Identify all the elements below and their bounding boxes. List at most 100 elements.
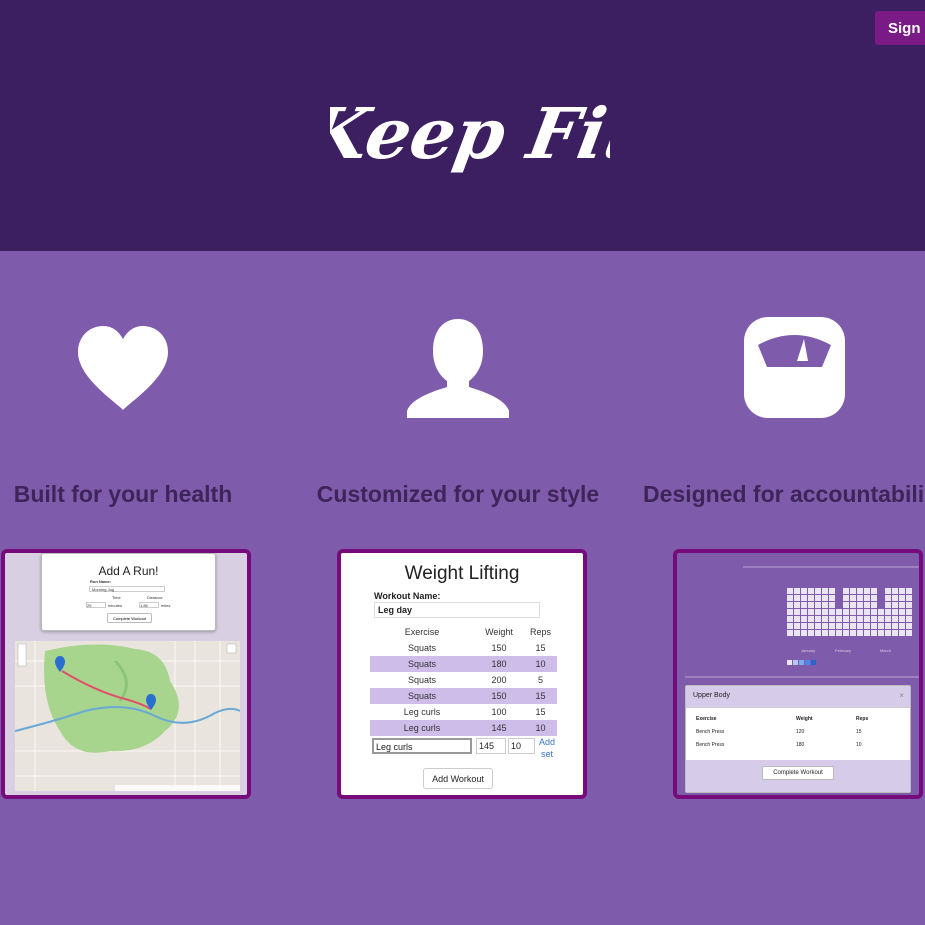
exercise-input[interactable]: Leg curls [372,738,472,754]
calendar-cell [801,630,807,636]
calendar-cell [871,616,877,622]
feature-accountability: Designed for accountabili [643,310,925,508]
close-icon[interactable]: × [899,691,904,700]
modal-title: Upper Body [693,692,730,699]
calendar-cell [794,616,800,622]
calendar-cell [836,609,842,615]
column-header: Weight [796,716,813,722]
complete-workout-button[interactable]: Complete Workout [762,766,834,780]
cell-exercise: Squats [407,691,437,701]
calendar-cell [836,623,842,629]
calendar-cell [857,623,863,629]
calendar-cell [871,602,877,608]
time-field[interactable]: 25 [86,602,106,608]
route-map[interactable] [14,641,241,791]
calendar-cell [871,595,877,601]
calendar-cell [787,630,793,636]
calendar-cell [864,595,870,601]
calendar-cell [815,609,821,615]
cell-exercise: Bench Press [696,742,725,748]
cell-reps: 15 [535,691,546,701]
calendar-cell [892,623,898,629]
calendar-cell [906,602,912,608]
calendar-cell [787,616,793,622]
calendar-cell [808,630,814,636]
add-set-link[interactable]: Add set [536,736,558,760]
cell-weight: 180 [491,659,507,669]
calendar-cell [899,602,905,608]
feature-title: Built for your health [13,481,233,507]
upper-body-modal: Upper Body × Exercise Weight Reps Bench … [685,685,911,793]
calendar-cell [808,588,814,594]
calendar-cell [787,609,793,615]
calendar-cell [864,588,870,594]
card-title: Add A Run! [98,564,159,578]
calendar-cell [899,595,905,601]
cell-exercise: Leg curls [403,707,441,717]
table-row: Squats 200 5 [370,672,557,688]
calendar-cell [864,602,870,608]
feature-title: Designed for accountabili [643,481,925,507]
calendar-cell [843,623,849,629]
cell-reps: 10 [535,659,546,669]
add-workout-button[interactable]: Add Workout [423,768,493,789]
cell-weight: 120 [796,729,805,735]
calendar-cell [829,623,835,629]
calendar-cell [808,609,814,615]
calendar-cell [829,609,835,615]
calendar-cell [808,602,814,608]
calendar-cell [850,630,856,636]
calendar-cell [885,623,891,629]
modal-header: Upper Body × [686,686,910,708]
reps-input[interactable]: 10 [508,738,535,754]
calendar-cell [899,588,905,594]
calendar-cell [878,609,884,615]
complete-workout-button[interactable]: Complete Workout [107,613,152,623]
calendar-cell [871,630,877,636]
sign-in-button[interactable]: Sign i [875,11,925,45]
cell-exercise: Squats [407,643,437,653]
calendar-cell [822,616,828,622]
calendar-cell [815,595,821,601]
calendar-cell [794,630,800,636]
feature-title: Customized for your style [316,481,600,507]
time-label: Time [112,595,121,600]
calendar-cell [850,609,856,615]
cell-reps: 10 [535,723,546,733]
weight-lifting-screenshot: Weight Lifting Workout Name: Leg day Exe… [337,549,587,799]
calendar-cell [892,630,898,636]
calendar-cell [794,609,800,615]
heart-icon [0,310,273,425]
column-header: Reps [529,627,551,637]
distance-field[interactable]: 1.85 [139,602,159,608]
calendar-cell [885,602,891,608]
table-row: Squats 180 10 [370,656,557,672]
cell-weight: 145 [491,723,507,733]
site-header: Sign i Keep Fit [0,0,925,251]
calendar-cell [850,623,856,629]
calendar-cell [794,588,800,594]
calendar-cell [829,588,835,594]
calendar-cell [892,609,898,615]
feature-style: Customized for your style [308,310,608,508]
column-header: Weight [485,627,513,637]
run-screenshot: Add A Run! Run Name: Morning Jog Time Di… [1,549,251,799]
calendar-cell [787,595,793,601]
calendar-cell [871,588,877,594]
calendar-cell [822,609,828,615]
calendar-cell [843,616,849,622]
svg-text:March: March [880,648,891,653]
calendar-cell [822,595,828,601]
column-header: Reps [856,716,869,722]
calendar-cell [815,630,821,636]
cell-exercise: Leg curls [403,723,441,733]
run-name-field[interactable]: Morning Jog [89,586,165,592]
calendar-cell [878,623,884,629]
calendar-cell [843,630,849,636]
calendar-cell [808,595,814,601]
weight-input[interactable]: 145 [476,738,506,754]
calendar-cell [801,602,807,608]
workout-name-field[interactable]: Leg day [374,602,540,618]
time-unit: minutes [108,603,123,608]
cell-reps: 15 [535,707,546,717]
